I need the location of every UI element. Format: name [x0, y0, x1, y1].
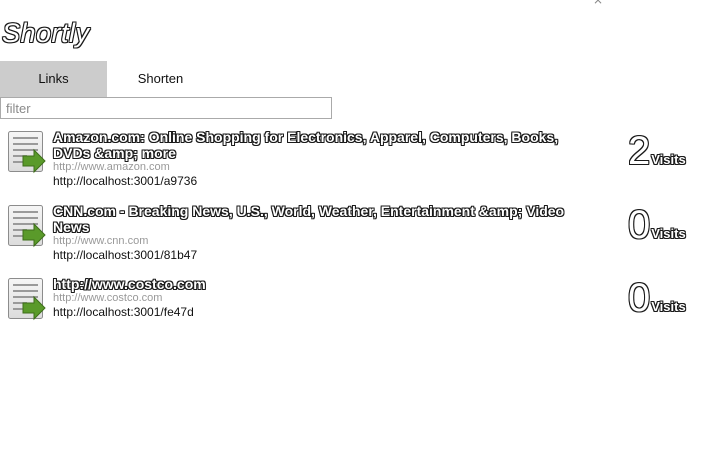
link-origin: http://www.cnn.com	[53, 235, 149, 247]
link-short-url[interactable]: http://localhost:3001/81b47	[53, 248, 593, 263]
visits-counter: 0Visits	[628, 278, 686, 318]
link-short-url[interactable]: http://localhost:3001/a9736	[53, 174, 593, 189]
link-short-url[interactable]: http://localhost:3001/fe47d	[53, 305, 593, 320]
document-arrow-icon[interactable]	[7, 277, 47, 321]
visits-label: Visits	[651, 152, 686, 167]
tab-links[interactable]: Links	[0, 61, 107, 97]
link-item: Amazon.com: Online Shopping for Electron…	[0, 129, 702, 203]
link-item: CNN.com - Breaking News, U.S., World, We…	[0, 203, 702, 276]
filter-input[interactable]	[0, 97, 332, 119]
link-title[interactable]: http://www.costco.com	[53, 276, 593, 292]
visits-label: Visits	[651, 299, 686, 314]
tab-bar: Links Shorten	[0, 61, 214, 97]
visits-label: Visits	[651, 226, 686, 241]
visits-counter: 2Visits	[628, 131, 686, 171]
visits-count: 2	[628, 129, 651, 173]
tab-shorten[interactable]: Shorten	[107, 61, 214, 97]
link-list: Amazon.com: Online Shopping for Electron…	[0, 129, 702, 336]
document-arrow-icon[interactable]	[7, 204, 47, 248]
close-mark-icon: ×	[593, 0, 604, 7]
visits-count: 0	[628, 276, 651, 320]
app-logo: Shortly	[2, 18, 90, 48]
link-item: http://www.costco.com http://www.costco.…	[0, 276, 702, 336]
link-origin: http://www.amazon.com	[53, 161, 170, 173]
document-arrow-icon[interactable]	[7, 130, 47, 174]
link-title[interactable]: Amazon.com: Online Shopping for Electron…	[53, 129, 593, 161]
visits-counter: 0Visits	[628, 205, 686, 245]
link-title[interactable]: CNN.com - Breaking News, U.S., World, We…	[53, 203, 593, 235]
link-origin: http://www.costco.com	[53, 292, 163, 304]
visits-count: 0	[628, 203, 651, 247]
